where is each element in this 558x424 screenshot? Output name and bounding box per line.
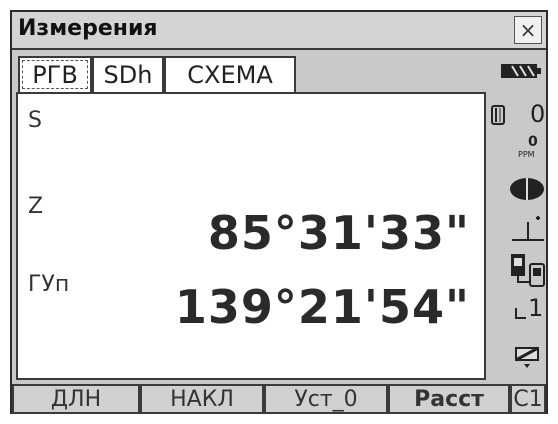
status-bar: 0 0 PPM 1	[488, 56, 546, 382]
horizontal-angle-value: 139°21'54"	[174, 280, 470, 334]
softkey-bar: ДЛН НАКЛ Уст_0 Расст С1	[12, 384, 546, 414]
window-title: Измерения	[18, 16, 158, 41]
tab-scheme[interactable]: СХЕМА	[164, 56, 296, 93]
battery-icon	[501, 64, 541, 78]
instrument-link-icon[interactable]	[508, 252, 546, 292]
laser-level-icon[interactable]	[514, 306, 528, 320]
softkey-stakeout[interactable]: Расст	[388, 384, 510, 414]
softkey-set-zero[interactable]: Уст_0	[264, 384, 388, 414]
softkey-page-c1[interactable]: С1	[510, 384, 546, 414]
prism-icon[interactable]	[490, 104, 506, 126]
ppm-value: 0	[528, 134, 538, 150]
ppm-unit: PPM	[518, 150, 535, 159]
tab-sdh[interactable]: SDh	[92, 56, 164, 93]
zenith-angle-label: Z	[28, 194, 44, 219]
measurement-panel: S Z 85°31'33" ГУп 139°21'54"	[16, 92, 486, 380]
compensator-icon[interactable]	[512, 342, 542, 370]
zenith-angle-value: 85°31'33"	[207, 206, 470, 260]
softkey-distance[interactable]: ДЛН	[12, 384, 140, 414]
tilt-icon[interactable]	[510, 212, 546, 244]
softkey-tilt[interactable]: НАКЛ	[140, 384, 264, 414]
target-ellipse-icon[interactable]	[508, 176, 546, 202]
measurement-screen: Измерения × РГВ SDh СХЕМА S Z 85°31'33" …	[10, 10, 548, 414]
close-button[interactable]: ×	[514, 16, 542, 44]
slope-distance-label: S	[28, 108, 42, 133]
title-bar: Измерения ×	[12, 12, 546, 50]
horizontal-angle-label: ГУп	[28, 272, 70, 297]
prism-constant-value: 0	[530, 100, 546, 128]
laser-level-value: 1	[528, 294, 544, 322]
tab-rgv[interactable]: РГВ	[18, 56, 92, 93]
